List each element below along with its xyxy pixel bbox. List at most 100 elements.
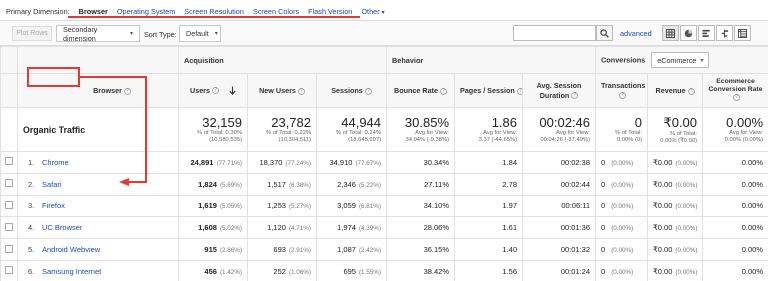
browser-link[interactable]: Firefox (42, 201, 65, 210)
help-icon[interactable]: ? (364, 87, 372, 95)
sessions-percent: (1.55%) (358, 268, 382, 276)
avg-session-duration-cell: 00:02:38 (522, 151, 597, 174)
sessions-percent: (2.42%) (358, 247, 382, 255)
avg-session-duration-cell: 00:06:11 (522, 194, 597, 218)
dimension-flash-version[interactable]: Flash Version (308, 7, 352, 16)
row-checkbox[interactable] (5, 266, 13, 275)
row-checkbox[interactable] (5, 200, 13, 209)
table-body: 1. Chrome 24,891 (77.71%) 18,370 (77.24%) 3… (0, 151, 768, 281)
sort-type-select[interactable]: Default ▾ (179, 25, 221, 42)
users-cell: 456 (1.42%) (178, 259, 248, 281)
help-icon[interactable]: ? (297, 87, 305, 95)
table-row[interactable]: 6. Samsung Internet 456 (1.42%) 252 (1.06%)… (0, 259, 768, 281)
dimension-browser[interactable]: Browser (79, 7, 108, 16)
revenue-value: ₹0.00 (653, 179, 673, 189)
totals-checkbox-cell (0, 107, 18, 152)
totals-ecommerce-conversion-rate: 0.00% Avg for View: 0.00% (0.00%) (702, 107, 768, 152)
comparison-view-icon (721, 28, 729, 38)
totals-conv-base: 0.00% (0.00%) (724, 137, 764, 143)
table-row[interactable]: 5. Android Webview 915 (2.86%) 693 (2.91%) … (0, 238, 768, 261)
help-icon[interactable]: ? (619, 92, 627, 100)
help-icon[interactable]: ? (516, 87, 522, 95)
revenue-cell: ₹0.00 (0.00%) (647, 238, 704, 261)
secondary-dimension-label: Secondary dimension (63, 24, 98, 43)
transactions-cell: 0 (0.00%) (595, 238, 649, 261)
help-icon[interactable]: ? (439, 87, 447, 95)
pivot-view-button[interactable] (734, 25, 751, 41)
table-view-button[interactable] (662, 25, 679, 41)
table-row[interactable]: 1. Chrome 24,891 (77.71%) 18,370 (77.24%) 3… (0, 151, 768, 174)
users-column-header[interactable]: Users? (178, 73, 248, 108)
users-cell: 24,891 (77.71%) (178, 151, 248, 174)
browser-link[interactable]: Android Webview (42, 245, 100, 254)
revenue-cell: ₹0.00 (0.00%) (647, 151, 704, 174)
row-checkbox[interactable] (5, 222, 13, 231)
dimension-operating-system[interactable]: Operating System (117, 7, 175, 16)
table-row[interactable]: 3. Firefox 1,619 (5.05%) 1,253 (5.27%) 3,05… (0, 194, 768, 218)
new-users-value: 18,370 (259, 157, 283, 167)
bounce-rate-column-header[interactable]: Bounce Rate? (386, 73, 456, 108)
secondary-dimension-select[interactable]: Secondary dimension ▾ (56, 24, 140, 43)
pages-session-column-header[interactable]: Pages / Session? (454, 73, 524, 108)
sessions-percent: (6.81%) (358, 203, 382, 211)
revenue-percent: (0.00%) (675, 268, 698, 276)
totals-users-note: % of Total: 0.30% (196, 130, 242, 137)
data-table: Acquisition Behavior Conversions eCommer… (0, 46, 768, 281)
help-icon[interactable]: ? (211, 87, 219, 95)
help-icon[interactable]: ? (571, 92, 579, 100)
table-row[interactable]: 4. UC Browser 1,608 (5.02%) 1,120 (4.71%) 1… (0, 216, 768, 240)
revenue-cell: ₹0.00 (0.00%) (647, 216, 704, 240)
avg-session-duration-column-header[interactable]: Avg. Session Duration? (522, 73, 597, 108)
primary-dimension-label: Primary Dimension: (6, 6, 70, 16)
bar-view-button[interactable] (698, 25, 715, 41)
sessions-column-header[interactable]: Sessions? (315, 73, 388, 108)
row-checkbox[interactable] (5, 157, 13, 166)
browser-link[interactable]: Safari (42, 180, 62, 189)
pages-session-cell: 1.97 (454, 194, 524, 218)
pages-session-cell: 1.84 (454, 151, 524, 174)
row-checkbox[interactable] (5, 179, 13, 188)
help-icon[interactable]: ? (123, 87, 131, 95)
search-button[interactable] (596, 25, 613, 41)
help-icon[interactable]: ? (687, 87, 695, 95)
sessions-cell: 1,087 (2.42%) (315, 238, 388, 261)
plot-rows-button[interactable]: Plot Rows (12, 26, 52, 41)
dimension-other[interactable]: Other ▾ (361, 7, 384, 16)
totals-new-users: 23,782% of Total: 0.22% (10,304,511) (247, 107, 317, 152)
comparison-view-button[interactable] (716, 25, 733, 41)
browser-link[interactable]: Chrome (42, 158, 69, 167)
dimension-screen-colors[interactable]: Screen Colors (253, 7, 299, 16)
row-checkbox[interactable] (5, 244, 13, 253)
revenue-column-header[interactable]: Revenue? (647, 73, 704, 108)
conversions-goal-select[interactable]: eCommerce ▾ (651, 52, 710, 68)
users-value: 1,608 (198, 223, 217, 233)
row-index: 2. (28, 179, 35, 189)
transactions-column-header[interactable]: Transactions? (595, 73, 649, 108)
browser-link[interactable]: UC Browser (42, 223, 82, 232)
ecommerce-conversion-rate-column-header[interactable]: Ecommerce Conversion Rate? (702, 73, 768, 108)
row-checkbox-cell (0, 259, 18, 281)
search-input[interactable] (513, 25, 596, 41)
bounce-rate-cell: 27.11% (386, 172, 456, 196)
users-percent: (5.02%) (219, 225, 242, 233)
new-users-cell: 1,120 (4.71%) (247, 216, 317, 240)
new-users-value: 1,120 (267, 223, 286, 233)
dimension-screen-resolution[interactable]: Screen Resolution (184, 7, 244, 16)
new-users-column-label: New Users (259, 86, 296, 95)
transactions-percent: (0.00%) (611, 268, 634, 276)
avg-session-duration-cell: 00:02:44 (522, 172, 597, 196)
pages-session-column-label: Pages / Session (460, 86, 515, 95)
row-index: 4. (28, 223, 35, 233)
table-row[interactable]: 2. Safari 1,824 (5.69%) 1,517 (6.38%) 2,346… (0, 172, 768, 196)
help-icon[interactable]: ? (733, 94, 741, 102)
sessions-value: 3,059 (337, 201, 356, 211)
revenue-column-label: Revenue (655, 86, 686, 95)
browser-link[interactable]: Samsung Internet (42, 267, 101, 276)
users-percent: (2.86%) (219, 247, 242, 255)
new-users-column-header[interactable]: New Users? (247, 73, 317, 108)
pie-view-button[interactable] (680, 25, 697, 41)
revenue-percent: (0.00%) (675, 181, 698, 189)
advanced-filter-link[interactable]: advanced (620, 29, 652, 38)
totals-transactions-value: 0 (634, 115, 643, 131)
totals-transactions-note: % of Total: (615, 130, 643, 137)
